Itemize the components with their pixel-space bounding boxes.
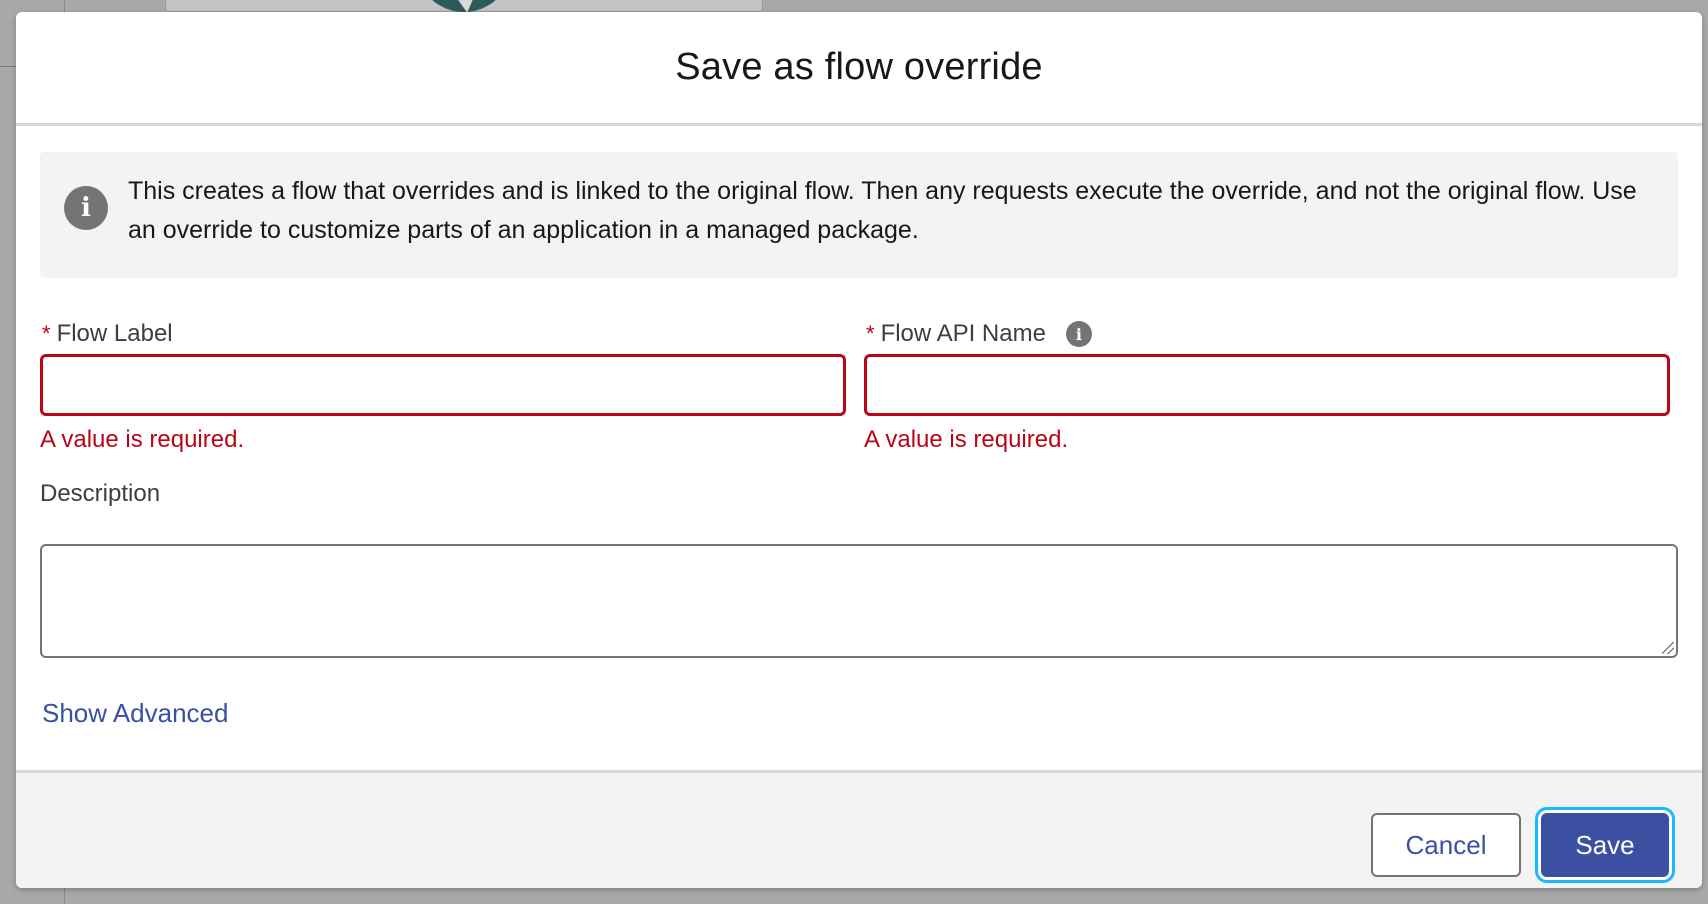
flow-api-name-label: * Flow API Name i <box>866 320 1092 348</box>
modal-title: Save as flow override <box>675 46 1043 88</box>
modal-footer: Cancel Save <box>16 770 1702 888</box>
info-icon[interactable]: i <box>1065 321 1092 347</box>
save-button[interactable]: Save <box>1541 813 1669 877</box>
modal-body: i This creates a flow that overrides and… <box>16 126 1702 768</box>
show-advanced-link[interactable]: Show Advanced <box>42 698 228 729</box>
modal-header: Save as flow override <box>16 12 1702 126</box>
flow-api-name-input[interactable] <box>864 354 1670 416</box>
description-textarea[interactable] <box>40 544 1678 658</box>
info-notice: i This creates a flow that overrides and… <box>40 152 1678 278</box>
save-as-override-modal: Save as flow override i This creates a f… <box>16 12 1702 888</box>
resize-handle-icon[interactable] <box>1662 642 1674 654</box>
flow-label-label-text: Flow Label <box>56 320 173 347</box>
flow-label-input[interactable] <box>40 354 846 416</box>
required-marker: * <box>866 321 875 346</box>
info-notice-text: This creates a flow that overrides and i… <box>128 177 1637 244</box>
required-marker: * <box>42 321 51 346</box>
flow-label-error: A value is required. <box>40 426 245 453</box>
cancel-button[interactable]: Cancel <box>1371 813 1521 877</box>
description-label: Description <box>40 480 161 507</box>
flow-api-name-error: A value is required. <box>864 426 1069 453</box>
flow-label-label: * Flow Label <box>42 320 173 348</box>
info-icon: i <box>64 186 108 230</box>
flow-api-name-label-text: Flow API Name <box>880 320 1046 347</box>
